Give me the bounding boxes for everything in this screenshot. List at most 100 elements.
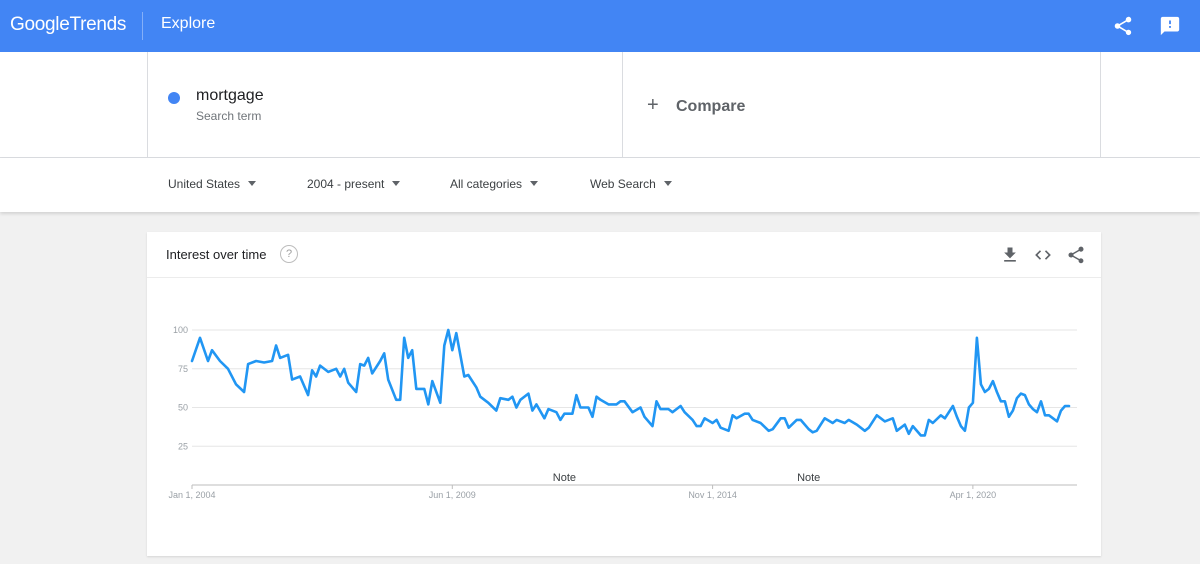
data-point[interactable]	[396, 396, 404, 404]
chart-note-label[interactable]: Note	[797, 472, 820, 484]
data-point[interactable]	[853, 421, 861, 429]
data-point[interactable]	[905, 430, 913, 438]
data-point[interactable]	[1021, 391, 1029, 399]
data-point[interactable]	[701, 414, 709, 422]
data-point[interactable]	[424, 400, 432, 408]
data-point[interactable]	[244, 360, 252, 368]
data-point[interactable]	[1037, 397, 1045, 405]
data-point[interactable]	[941, 414, 949, 422]
search-term-label[interactable]: mortgage	[196, 87, 264, 105]
data-point[interactable]	[448, 346, 456, 354]
data-point[interactable]	[324, 368, 332, 376]
data-point[interactable]	[641, 413, 649, 421]
data-point[interactable]	[544, 405, 552, 413]
search-term-card[interactable]: mortgage Search term	[147, 52, 623, 158]
data-point[interactable]	[681, 408, 689, 416]
data-point[interactable]	[540, 414, 548, 422]
data-point[interactable]	[969, 399, 977, 407]
data-point[interactable]	[1065, 402, 1073, 410]
data-point[interactable]	[304, 391, 312, 399]
data-point[interactable]	[901, 421, 909, 429]
data-point[interactable]	[697, 422, 705, 430]
google-trends-logo[interactable]: GoogleTrends	[10, 14, 126, 36]
data-point[interactable]	[368, 369, 376, 377]
data-point[interactable]	[797, 416, 805, 424]
data-point[interactable]	[428, 377, 436, 385]
data-point[interactable]	[973, 334, 981, 342]
data-point[interactable]	[1033, 408, 1041, 416]
data-point[interactable]	[653, 397, 661, 405]
data-point[interactable]	[929, 419, 937, 427]
data-point[interactable]	[621, 397, 629, 405]
data-point[interactable]	[260, 359, 268, 367]
data-point[interactable]	[364, 354, 372, 362]
data-point[interactable]	[1053, 417, 1061, 425]
compare-button[interactable]: + Compare	[623, 52, 1101, 158]
data-point[interactable]	[649, 422, 657, 430]
data-point[interactable]	[637, 404, 645, 412]
data-point[interactable]	[312, 373, 320, 381]
data-point[interactable]	[989, 377, 997, 385]
data-point[interactable]	[444, 326, 452, 334]
data-point[interactable]	[276, 354, 284, 362]
data-point[interactable]	[408, 346, 416, 354]
data-point[interactable]	[360, 362, 368, 370]
data-point[interactable]	[629, 408, 637, 416]
embed-icon[interactable]	[1033, 245, 1053, 265]
data-point[interactable]	[757, 419, 765, 427]
data-point[interactable]	[316, 362, 324, 370]
data-point[interactable]	[340, 365, 348, 373]
chart-note-label[interactable]: Note	[553, 472, 576, 484]
data-point[interactable]	[865, 424, 873, 432]
data-point[interactable]	[452, 329, 460, 337]
data-point[interactable]	[961, 427, 969, 435]
data-point[interactable]	[352, 388, 360, 396]
data-point[interactable]	[749, 416, 757, 424]
data-point[interactable]	[1001, 397, 1009, 405]
download-icon[interactable]	[1000, 245, 1020, 265]
data-point[interactable]	[893, 427, 901, 435]
data-point[interactable]	[516, 396, 524, 404]
data-point[interactable]	[725, 427, 733, 435]
interest-line-chart[interactable]: 100 75 50 25 Jan 1, 2004 Jun 1, 2009 Nov 1, 20…	[147, 278, 1101, 556]
data-point[interactable]	[420, 385, 428, 393]
category-dropdown[interactable]: All categories	[450, 177, 539, 191]
data-point[interactable]	[845, 416, 853, 424]
data-point[interactable]	[272, 342, 280, 350]
data-point[interactable]	[336, 373, 344, 381]
data-point[interactable]	[985, 385, 993, 393]
data-point[interactable]	[380, 349, 388, 357]
data-point[interactable]	[512, 404, 520, 412]
data-point[interactable]	[889, 414, 897, 422]
data-point[interactable]	[552, 408, 560, 416]
data-point[interactable]	[404, 354, 412, 362]
data-point[interactable]	[597, 396, 605, 404]
data-point[interactable]	[508, 393, 516, 401]
data-point[interactable]	[344, 379, 352, 387]
data-point[interactable]	[532, 400, 540, 408]
search-type-dropdown[interactable]: Web Search	[590, 177, 672, 191]
data-point[interactable]	[436, 399, 444, 407]
data-point[interactable]	[268, 357, 276, 365]
data-point[interactable]	[288, 376, 296, 384]
data-point[interactable]	[977, 380, 985, 388]
help-icon[interactable]: ?	[280, 245, 298, 263]
data-point[interactable]	[232, 380, 240, 388]
data-point[interactable]	[252, 357, 260, 365]
data-point[interactable]	[412, 385, 420, 393]
data-point[interactable]	[589, 413, 597, 421]
share-icon[interactable]	[1066, 245, 1086, 265]
data-point[interactable]	[821, 414, 829, 422]
data-point[interactable]	[733, 414, 741, 422]
data-point[interactable]	[196, 334, 204, 342]
data-point[interactable]	[953, 413, 961, 421]
data-point[interactable]	[296, 373, 304, 381]
feedback-icon[interactable]	[1159, 15, 1181, 37]
data-point[interactable]	[576, 404, 584, 412]
data-point[interactable]	[921, 431, 929, 439]
data-point[interactable]	[781, 414, 789, 422]
data-point[interactable]	[669, 408, 677, 416]
data-point[interactable]	[472, 383, 480, 391]
data-point[interactable]	[769, 425, 777, 433]
data-point[interactable]	[496, 394, 504, 402]
